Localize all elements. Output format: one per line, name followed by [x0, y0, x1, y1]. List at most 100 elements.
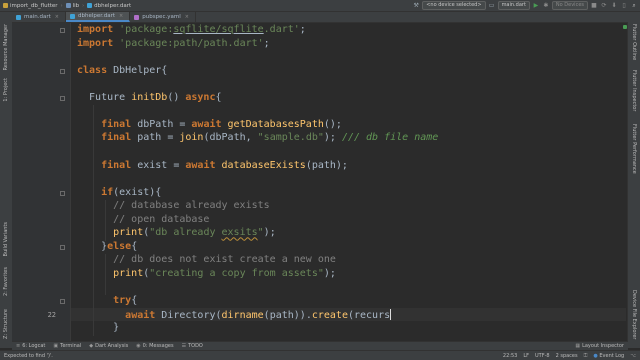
tool-tab-resource-manager[interactable]: Resource Manager [3, 24, 9, 70]
code-line[interactable]: final path = join(dbPath, "sample.db"); … [77, 132, 438, 143]
caret-position[interactable]: 22:53 [503, 353, 517, 359]
fold-marker-icon[interactable] [60, 28, 65, 33]
tool-tab-dart-analysis[interactable]: ◆ Dart Analysis [89, 343, 128, 349]
code-line[interactable]: Future initDb() async{ [77, 91, 221, 103]
code-line[interactable]: await Directory(dirname(path)).create(re… [77, 308, 392, 321]
device-selector[interactable]: <no device selected> [422, 1, 486, 10]
search-icon[interactable]: ⌕ [630, 2, 638, 10]
code-line[interactable]: import 'package:path/path.dart'; [77, 38, 270, 49]
fold-marker-icon[interactable] [60, 95, 65, 101]
breadcrumb-label: import_db_flutter [10, 2, 58, 9]
breadcrumb-project[interactable]: import_db_flutter [0, 3, 61, 9]
run-icon[interactable]: ▶ [532, 2, 540, 10]
tool-tab-flutter-performance[interactable]: Flutter Performance [631, 124, 637, 174]
tool-tab-layout-inspector[interactable]: ▦ Layout Inspector [575, 343, 624, 349]
code-token: 'package:path/path.dart' [119, 37, 264, 49]
code-line[interactable]: // db does not exist create a new one [77, 254, 336, 265]
sdk-manager-icon[interactable]: ⬇ [610, 2, 618, 10]
avd-manager-icon[interactable]: ▯ [620, 2, 628, 10]
code-token: import [77, 37, 120, 49]
code-token: exsits [221, 227, 258, 239]
file-encoding[interactable]: UTF-8 [535, 353, 550, 359]
close-icon[interactable]: × [119, 13, 123, 19]
messages-icon: ◉ [136, 343, 141, 349]
tool-tab-structure[interactable]: Z: Structure [3, 309, 9, 339]
tool-tab-flutter-inspector[interactable]: Flutter Inspector [631, 70, 637, 111]
debug-icon[interactable]: ✱ [542, 2, 550, 10]
code-line[interactable]: class DbHelper{ [77, 65, 167, 76]
code-line[interactable]: print("creating a copy from assets"); [77, 268, 336, 279]
stop-icon[interactable]: ■ [590, 2, 598, 10]
tool-tab-logcat[interactable]: ≡ 6: Logcat [16, 343, 45, 349]
code-line[interactable]: }else{ [77, 241, 137, 252]
close-icon[interactable]: × [185, 14, 189, 20]
tool-tab-flutter-outline[interactable]: Flutter Outline [631, 24, 637, 60]
tool-tab-build-variants[interactable]: Build Variants [3, 222, 9, 256]
tab-pubspec-yaml[interactable]: pubspec.yaml × [130, 12, 196, 22]
event-log-button[interactable]: ● Event Log [593, 353, 624, 359]
code-line[interactable]: print("db already exsits"); [77, 227, 276, 238]
indent-setting[interactable]: 2 spaces [556, 353, 578, 359]
code-token: (dbPath, [203, 132, 258, 144]
fold-marker-icon[interactable] [60, 299, 65, 304]
tool-tab-todo[interactable]: ☰ TODO [182, 343, 203, 349]
sync-icon[interactable]: ⟳ [600, 2, 608, 10]
tool-tab-device-file-explorer[interactable]: Device File Explorer [631, 290, 637, 339]
tool-tab-project[interactable]: 1: Project [3, 78, 9, 102]
run-toolbar: ⚒ <no device selected> ▭ main.dart ▶ ✱ N… [412, 0, 640, 11]
lock-icon[interactable]: ⚿ [584, 353, 588, 359]
text-caret [390, 308, 392, 320]
status-message[interactable]: Expected to find ')'. [4, 353, 53, 359]
code-line[interactable]: import 'package:sqflite/sqflite.dart'; [77, 24, 306, 35]
line-separator[interactable]: LF [523, 353, 529, 359]
tab-main-dart[interactable]: main.dart × [12, 12, 66, 22]
code-token: join [179, 132, 204, 144]
breadcrumb-file[interactable]: dbhelper.dart [84, 3, 134, 9]
tab-dbhelper-dart[interactable]: dbhelper.dart × [65, 12, 131, 22]
code-line[interactable]: final dbPath = await getDatabasesPath(); [77, 119, 342, 130]
editor-scrollbar[interactable] [622, 23, 628, 348]
code-token: // database already exists [113, 200, 270, 212]
code-line[interactable]: try{ [77, 295, 137, 306]
breadcrumb-lib[interactable]: lib [63, 3, 83, 9]
git-icon[interactable]: ⌥ [630, 353, 636, 359]
tab-label: main.dart [24, 14, 51, 20]
tool-tab-favorites[interactable]: 2: Favorites [3, 267, 9, 296]
code-line[interactable]: } [77, 322, 119, 333]
code-token: Future [77, 91, 132, 103]
device-manager-icon[interactable]: ▭ [488, 2, 496, 10]
code-token: ); [323, 132, 342, 144]
tool-tab-label: Layout Inspector [582, 343, 624, 349]
tool-tab-terminal[interactable]: ▣ Terminal [53, 343, 81, 349]
code-token: databaseExists [221, 159, 306, 171]
tool-tab-messages[interactable]: ◉ 0: Messages [136, 343, 173, 349]
code-token: exist = [137, 159, 186, 171]
devices-selector[interactable]: No Devices [551, 1, 588, 10]
close-icon[interactable]: × [55, 14, 59, 20]
run-config-selector[interactable]: main.dart [497, 1, 530, 10]
fold-marker-icon[interactable] [60, 68, 65, 74]
code-token: ); [323, 267, 336, 279]
code-line[interactable]: final exist = await databaseExists(path)… [77, 160, 348, 171]
tool-tab-label: TODO [188, 343, 203, 349]
code-token: final [101, 159, 138, 171]
hammer-icon[interactable]: ⚒ [412, 2, 420, 10]
code-line[interactable]: if(exist){ [77, 187, 161, 198]
logcat-icon: ≡ [16, 343, 21, 349]
dart-file-icon [16, 14, 21, 20]
code-line[interactable]: // open database [77, 214, 209, 225]
line-number: 22 [47, 310, 56, 319]
fold-marker-icon[interactable] [60, 244, 65, 250]
dart-file-icon [87, 3, 93, 8]
code-token: ; [299, 24, 306, 35]
code-editor[interactable]: import 'package:sqflite/sqflite.dart'; im… [71, 23, 626, 348]
tool-tab-label: Terminal [60, 343, 82, 349]
code-token: (recurs [347, 309, 391, 321]
fold-marker-icon[interactable] [60, 190, 65, 196]
line-number-gutter[interactable]: 22 [12, 23, 71, 348]
